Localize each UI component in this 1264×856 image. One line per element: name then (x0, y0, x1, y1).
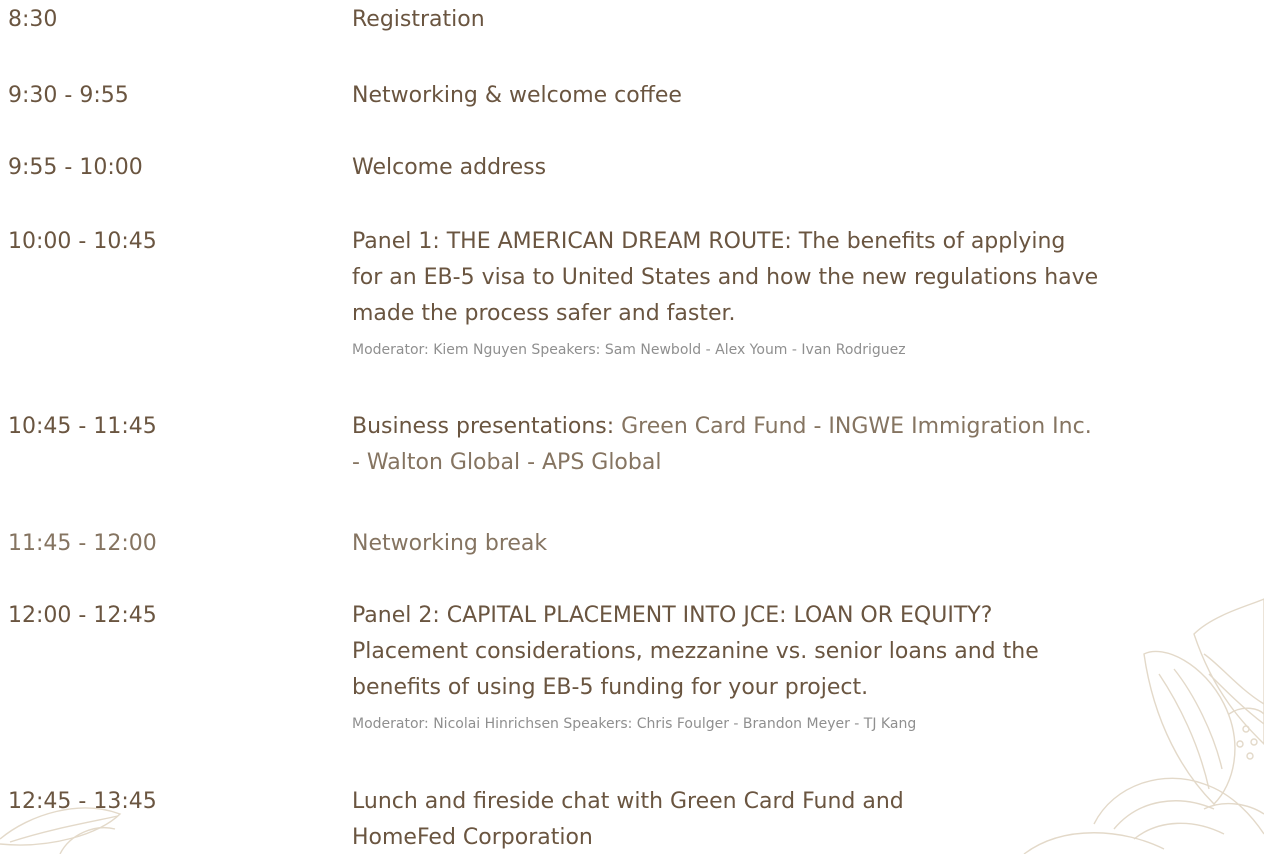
agenda-title: for an EB-5 visa to United States and ho… (352, 265, 1099, 290)
agenda-title: Placement considerations, mezzanine vs. … (352, 639, 1039, 664)
agenda-title: made the process safer and faster. (352, 301, 736, 326)
agenda-title: HomeFed Corporation (352, 825, 593, 850)
agenda-title: Registration (352, 7, 485, 32)
agenda-time: 10:45 - 11:45 (8, 414, 157, 439)
agenda-content: Panel 1: THE AMERICAN DREAM ROUTE: The b… (352, 228, 1264, 360)
agenda-title: Panel 1: THE AMERICAN DREAM ROUTE: The b… (352, 229, 1066, 254)
agenda-content: Registration (352, 6, 1264, 38)
agenda-content: Lunch and fireside chat with Green Card … (352, 788, 1264, 856)
agenda-content: Networking break (352, 530, 1264, 562)
presentations-companies: Green Card Fund - INGWE Immigration Inc. (614, 414, 1092, 439)
agenda-content: Welcome address (352, 154, 1264, 186)
agenda-title: benefits of using EB-5 funding for your … (352, 675, 869, 700)
agenda-title: Lunch and fireside chat with Green Card … (352, 789, 904, 814)
presentations-companies: - Walton Global - APS Global (352, 450, 662, 475)
agenda-title: Networking break (352, 531, 548, 556)
presentations-label: Business presentations: (352, 414, 615, 439)
agenda-content: Panel 2: CAPITAL PLACEMENT INTO JCE: LOA… (352, 602, 1264, 734)
agenda-title: Business presentations: Green Card Fund … (352, 409, 1264, 445)
agenda-time: 12:45 - 13:45 (8, 789, 157, 814)
agenda-content: Networking & welcome coffee (352, 82, 1264, 114)
agenda-title: Welcome address (352, 155, 547, 180)
agenda-speakers: Moderator: Kiem Nguyen Speakers: Sam New… (352, 342, 906, 358)
agenda-time: 8:30 (8, 7, 58, 32)
agenda-speakers: Moderator: Nicolai Hinrichsen Speakers: … (352, 716, 917, 732)
agenda-title: Networking & welcome coffee (352, 83, 682, 108)
agenda-time: 9:30 - 9:55 (8, 83, 129, 108)
agenda-time: 9:55 - 10:00 (8, 155, 143, 180)
agenda-time: 10:00 - 10:45 (8, 229, 157, 254)
agenda-time: 12:00 - 12:45 (8, 603, 157, 628)
agenda-content: Business presentations: Green Card Fund … (352, 413, 1264, 481)
agenda-title: Panel 2: CAPITAL PLACEMENT INTO JCE: LOA… (352, 603, 993, 628)
agenda-time: 11:45 - 12:00 (8, 531, 157, 556)
